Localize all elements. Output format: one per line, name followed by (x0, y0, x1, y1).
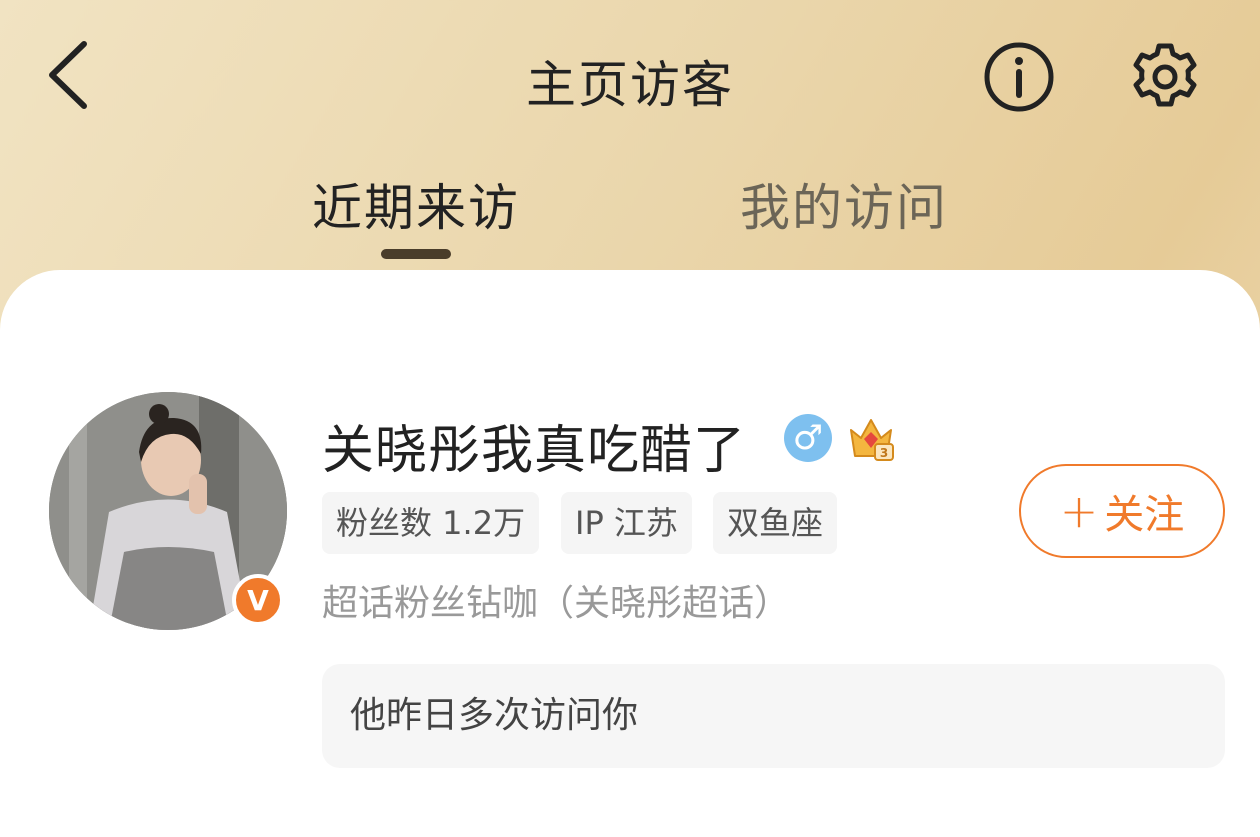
tab-recent-visits[interactable]: 近期来访 (312, 168, 520, 240)
verified-badge: V (232, 574, 284, 626)
follow-button[interactable]: + 关注 (1019, 464, 1225, 558)
fans-count-tag: 粉丝数 1.2万 (322, 492, 540, 554)
svg-text:3: 3 (880, 446, 888, 460)
follow-label: 关注 (1104, 492, 1185, 538)
settings-button[interactable] (1128, 40, 1202, 114)
header: 主页访客 (0, 0, 1260, 150)
supertopic-rank[interactable]: 超话粉丝钻咖（关晓彤超话） (322, 574, 790, 626)
zodiac-tag: 双鱼座 (713, 492, 838, 554)
visit-note: 他昨日多次访问你 (322, 664, 1225, 768)
page-title: 主页访客 (526, 56, 734, 114)
plus-icon: + (1059, 484, 1099, 538)
male-gender-icon: ♂ (784, 414, 832, 462)
gear-icon (1133, 43, 1197, 107)
crown-membership-icon: 3 (845, 412, 897, 464)
tab-my-visits[interactable]: 我的访问 (740, 168, 948, 240)
info-icon (984, 42, 1054, 112)
ip-location-tag: IP 江苏 (561, 492, 692, 554)
tab-active-indicator (381, 249, 451, 259)
visitor-name[interactable]: 关晓彤我真吃醋了 (322, 408, 746, 483)
info-button[interactable] (982, 40, 1056, 114)
